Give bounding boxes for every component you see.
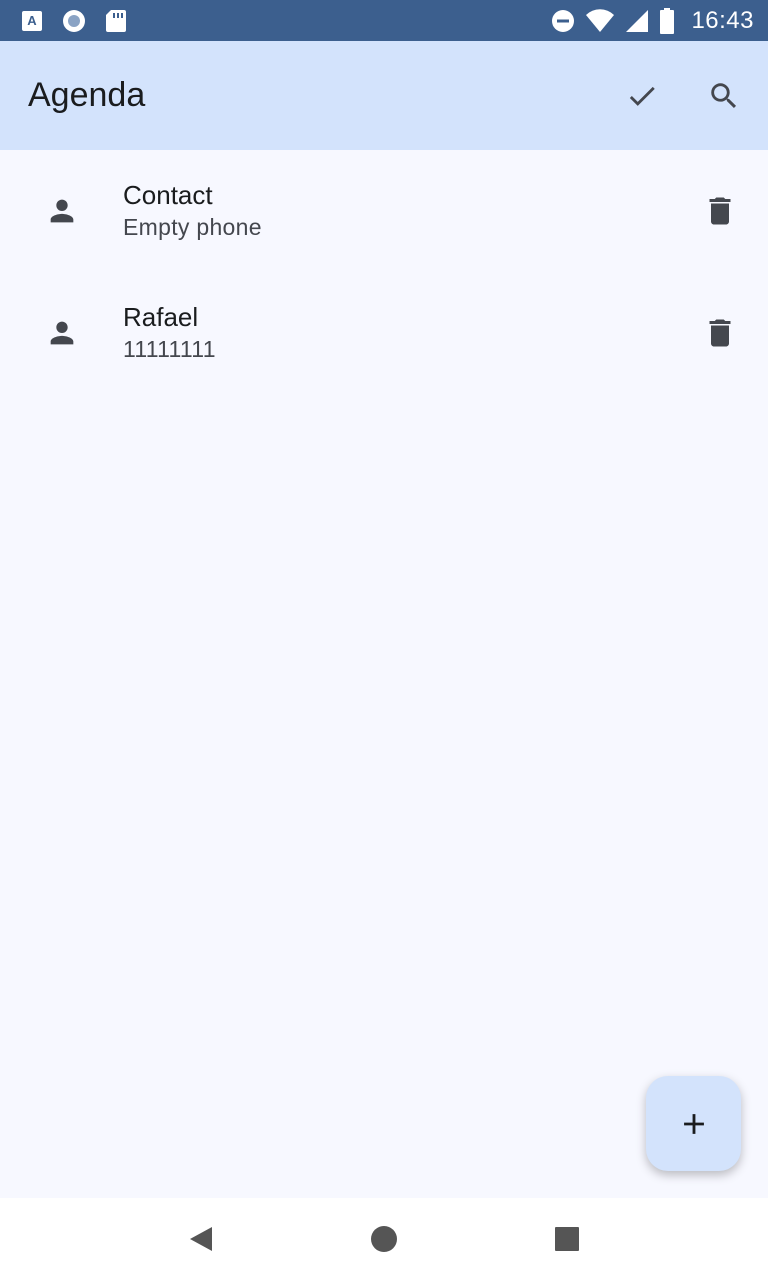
add-icon xyxy=(683,1113,704,1134)
screen: A 16:43 Agenda Contact Empty phone Rafae… xyxy=(0,0,768,1280)
person-icon xyxy=(44,315,80,351)
contact-name: Contact xyxy=(123,180,213,210)
app-a-icon: A xyxy=(20,9,44,33)
contact-phone: Empty phone xyxy=(123,214,262,240)
list-item[interactable]: Contact Empty phone xyxy=(0,150,768,272)
app-bar-actions xyxy=(616,70,750,122)
contact-list: Contact Empty phone Rafael 11111111 xyxy=(0,150,768,394)
recents-icon xyxy=(554,1227,579,1251)
delete-button[interactable] xyxy=(696,187,744,235)
back-button[interactable] xyxy=(171,1209,231,1269)
check-icon xyxy=(629,86,655,106)
status-bar: A 16:43 xyxy=(0,0,768,41)
app-bar: Agenda xyxy=(0,41,768,150)
circle-record-icon xyxy=(62,9,86,33)
add-contact-button[interactable] xyxy=(646,1076,741,1171)
sd-card-icon xyxy=(104,9,128,33)
home-button[interactable] xyxy=(354,1209,414,1269)
search-button[interactable] xyxy=(698,70,750,122)
contact-name: Rafael xyxy=(123,302,199,332)
contact-info: Rafael 11111111 xyxy=(123,301,696,365)
status-time: 16:43 xyxy=(691,6,754,34)
delete-icon xyxy=(709,197,731,225)
wifi-icon xyxy=(585,8,615,33)
back-icon xyxy=(190,1227,213,1251)
contact-info: Contact Empty phone xyxy=(123,179,696,243)
do-not-disturb-icon xyxy=(551,9,575,33)
cell-signal-icon xyxy=(625,9,649,33)
person-icon xyxy=(44,193,80,229)
contact-phone: 11111111 xyxy=(123,336,216,362)
home-icon xyxy=(370,1226,397,1252)
status-left-icons: A xyxy=(20,9,128,33)
recents-button[interactable] xyxy=(537,1209,597,1269)
battery-icon xyxy=(659,7,675,34)
page-title: Agenda xyxy=(28,76,146,114)
navigation-bar xyxy=(0,1198,768,1280)
delete-button[interactable] xyxy=(696,309,744,357)
status-right-icons: 16:43 xyxy=(551,7,754,35)
search-icon xyxy=(711,82,737,108)
svg-text:A: A xyxy=(27,13,37,28)
confirm-button[interactable] xyxy=(616,70,668,122)
delete-icon xyxy=(709,319,731,347)
list-item[interactable]: Rafael 11111111 xyxy=(0,272,768,394)
